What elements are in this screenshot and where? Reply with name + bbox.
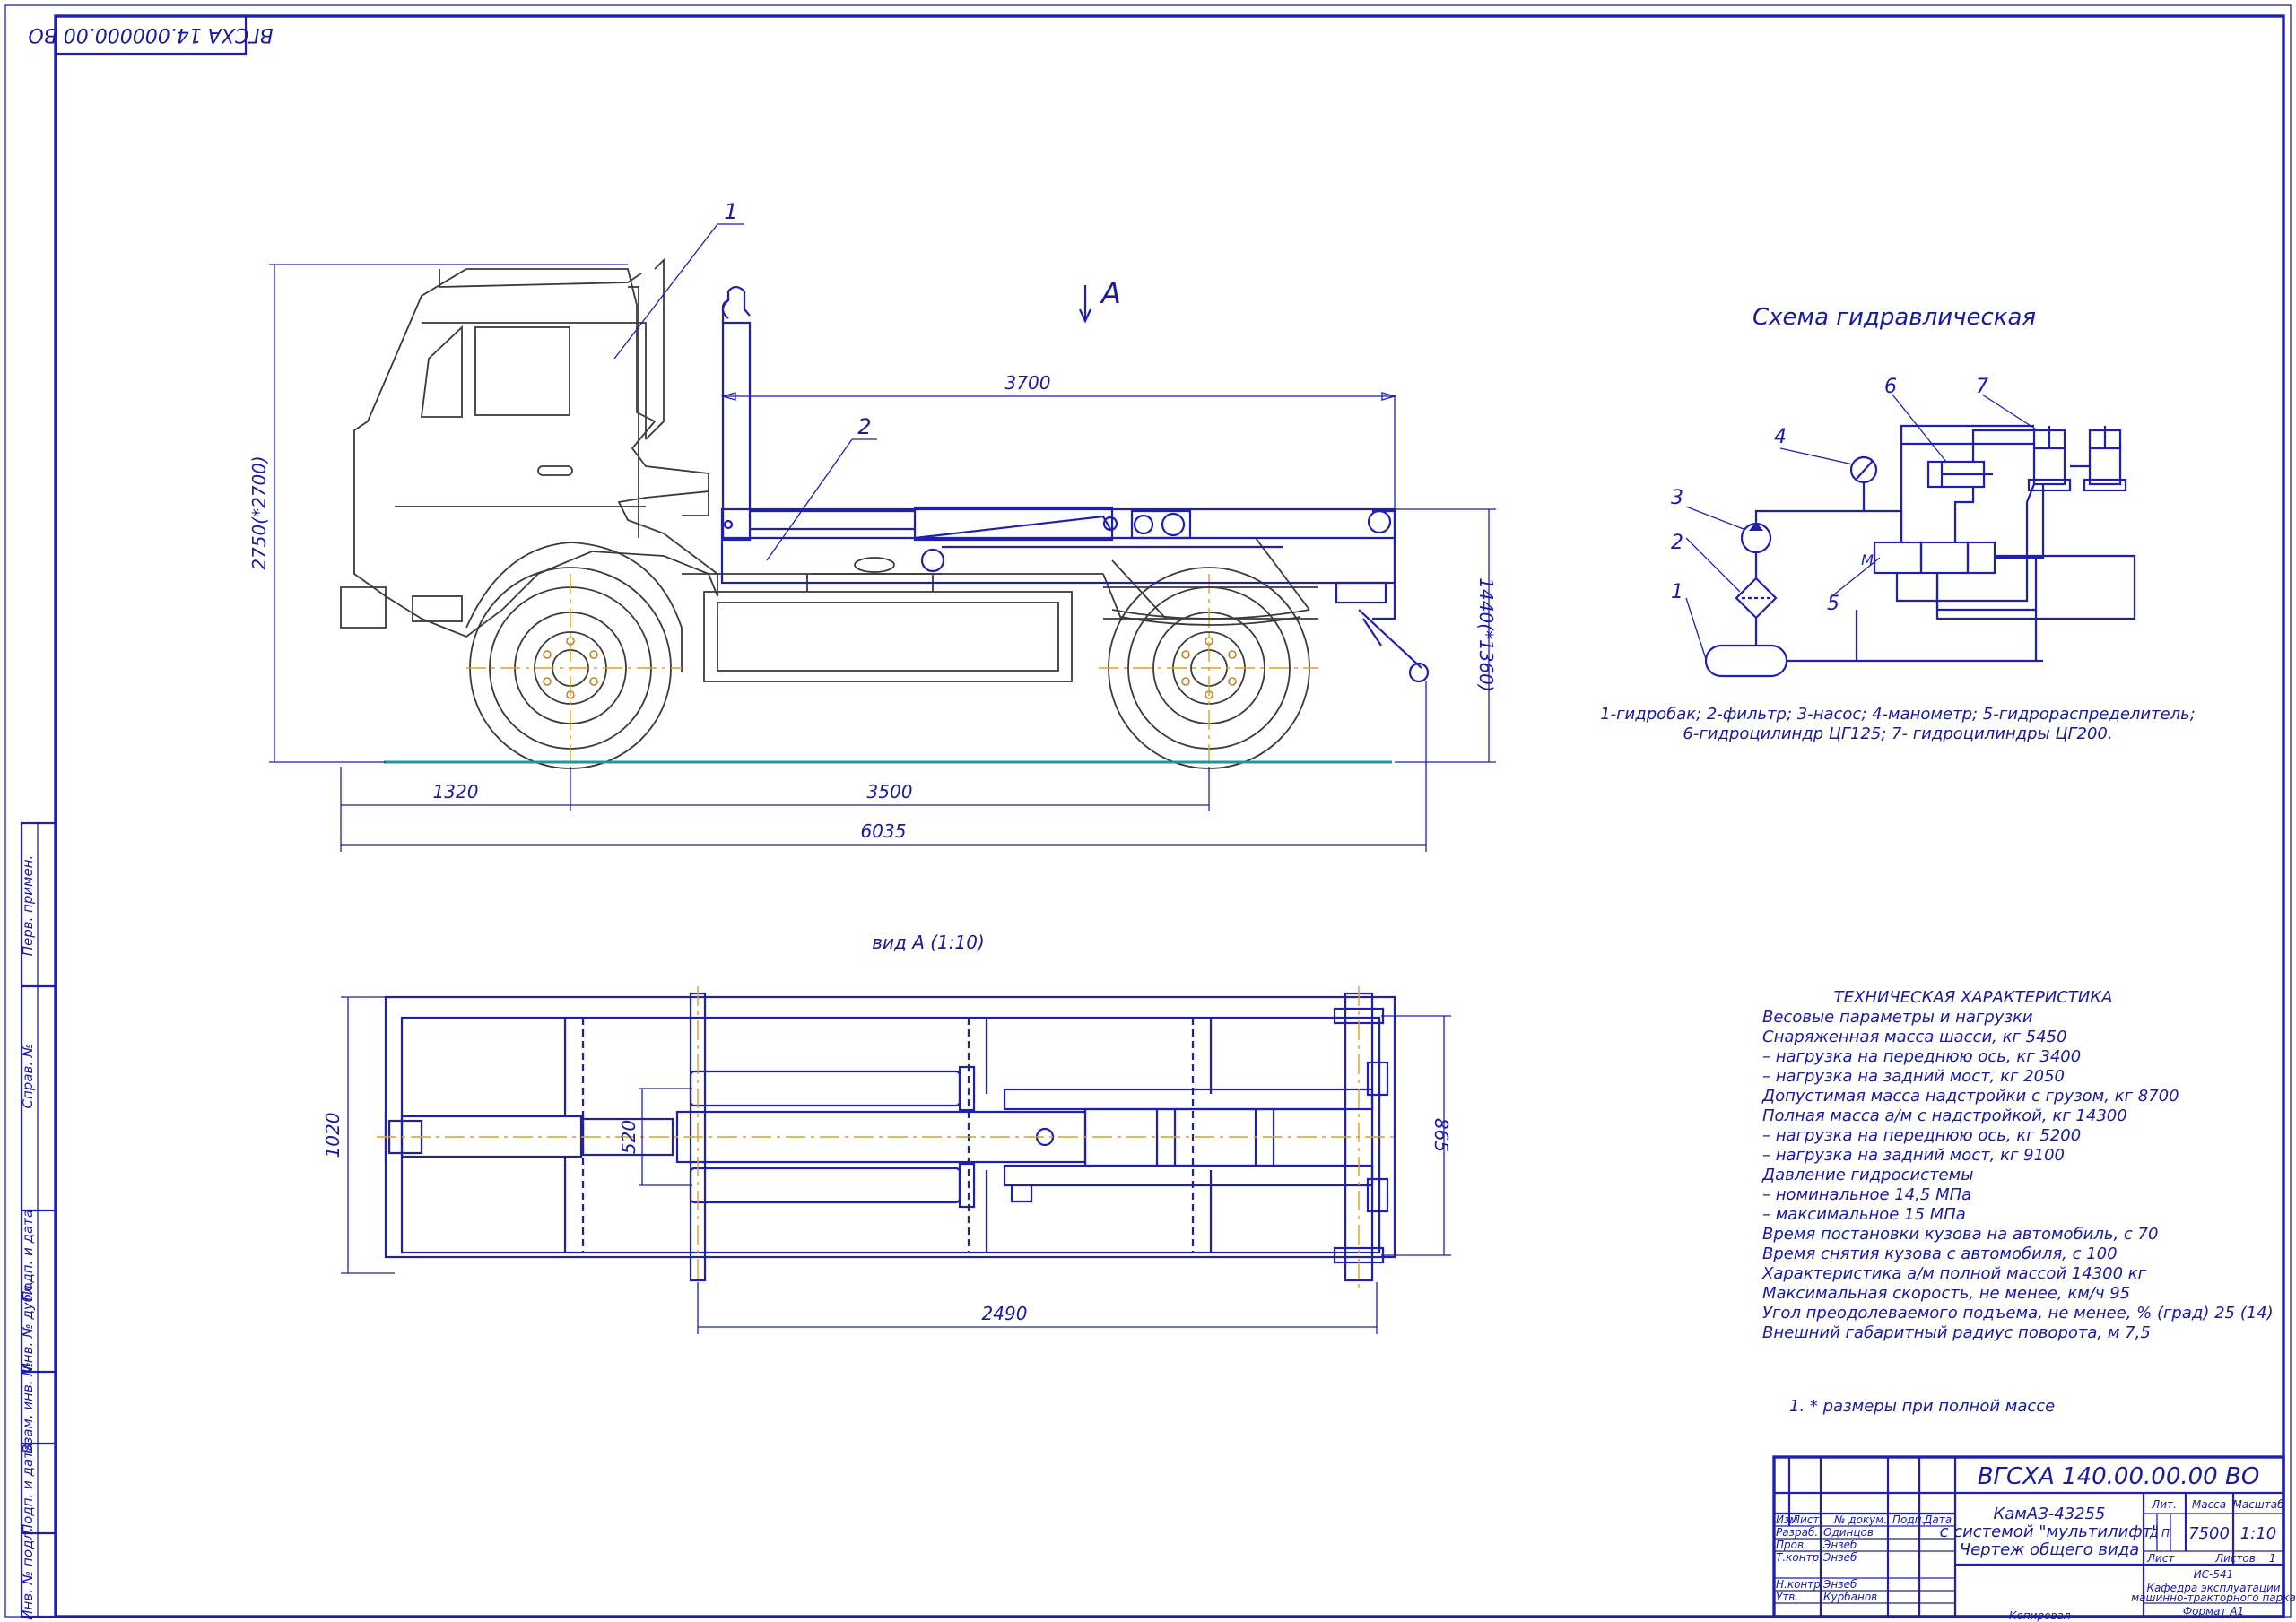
tech-line: – нагрузка на переднюю ось, кг 5200 — [1762, 1126, 2081, 1145]
hydraulic-distributor — [1873, 541, 1923, 575]
tech-line: Допустимая масса надстройки с грузом, кг… — [1761, 1087, 2179, 1106]
valve-letter: M — [1861, 551, 1874, 568]
dim-865: 865 — [1431, 1118, 1452, 1152]
hydraulic-label-5: 5 — [1827, 593, 1839, 615]
sheet-frame: ВГСХА 14.000000.00 ВО — [4, 4, 2292, 1618]
dim-3700: 3700 — [1005, 372, 1051, 394]
truck-side-view — [340, 257, 1430, 771]
row-prov: Пров. — [1776, 1539, 1807, 1551]
stamp-code: ВГСХА 14.000000.00 ВО — [28, 23, 273, 46]
row-razrab: Разраб. — [1776, 1526, 1818, 1539]
title-block: ВГСХА 140.00.00.00 ВО КамАЗ-43255 с сист… — [1772, 1455, 2296, 1622]
hydraulic-legend-1: 1-гидробак; 2-фильтр; 3-насос; 4-маномет… — [1600, 705, 2196, 724]
lit-val-2: П — [2161, 1527, 2170, 1540]
tech-line: Угол преодолеваемого подъема, не менее, … — [1762, 1304, 2274, 1323]
hydraulic-tank — [1704, 644, 1788, 678]
side-stamp-3: Инв. № дубл. — [20, 1281, 36, 1374]
row-tkontr: Т.контр. — [1776, 1551, 1822, 1564]
row-nkontr: Н.контр. — [1776, 1578, 1824, 1591]
side-box — [703, 557, 1073, 682]
front-wheel — [465, 542, 683, 769]
tech-line: Время постановки кузова на автомобиль, с… — [1762, 1225, 2158, 1244]
hydraulic-scheme: Схема гидравлическая M 1 2 3 4 5 6 7 1-г… — [1600, 304, 2196, 743]
dim-height-total: 2750(*2700) — [248, 455, 270, 569]
listov-label: Листов — [2214, 1552, 2256, 1565]
tech-line: Полная масса а/м с надстройкой, кг 14300 — [1762, 1106, 2127, 1125]
dept-2: машинно-тракторного парка — [2131, 1592, 2296, 1604]
hydraulic-legend-2: 6-гидроцилиндр ЦГ125; 7- гидроцилиндры Ц… — [1683, 724, 2112, 743]
group: ИС-541 — [2194, 1568, 2234, 1581]
dim-520: 520 — [618, 1120, 639, 1154]
side-stamp-6: Инв. № подл. — [20, 1527, 36, 1619]
tech-line: Время снятия кузова с автомобиля, с 100 — [1762, 1245, 2118, 1263]
row-prov-name: Энзеб — [1822, 1539, 1857, 1551]
tech-line: – максимальное 15 МПа — [1762, 1205, 1966, 1224]
row-razrab-name: Одинцов — [1823, 1526, 1874, 1539]
hdr-data: Дата — [1923, 1514, 1952, 1526]
tech-characteristics: ТЕХНИЧЕСКАЯ ХАРАКТЕРИСТИКА Весовые парам… — [1761, 988, 2274, 1342]
multilift-frame — [720, 285, 1430, 683]
hdr-list: Лист — [1791, 1514, 1820, 1526]
tech-line: Снаряженная масса шасси, кг 5450 — [1762, 1028, 2066, 1046]
tech-line: Весовые параметры и нагрузки — [1762, 1008, 2033, 1027]
dim-height-rear: 1440(*1360) — [1475, 577, 1497, 691]
hydraulic-label-2: 2 — [1671, 532, 1683, 554]
callout-2: 2 — [857, 414, 871, 439]
hdr-podp: Подп. — [1892, 1514, 1925, 1526]
hydraulic-label-1: 1 — [1671, 581, 1683, 603]
row-nkontr-name: Энзеб — [1822, 1578, 1857, 1591]
top-view-frame — [377, 986, 1399, 1291]
hydraulic-label-4: 4 — [1774, 426, 1787, 448]
doc-name-3: Чертеж общего вида — [1960, 1540, 2139, 1559]
tech-title: ТЕХНИЧЕСКАЯ ХАРАКТЕРИСТИКА — [1834, 988, 2113, 1007]
doc-code: ВГСХА 140.00.00.00 ВО — [1978, 1463, 2260, 1490]
tech-line: Максимальная скорость, не менее, км/ч 95 — [1762, 1284, 2130, 1303]
tech-line: Характеристика а/м полной массой 14300 к… — [1761, 1264, 2147, 1283]
lit-val-1: Д — [2149, 1527, 2158, 1540]
listov-val: 1 — [2269, 1552, 2276, 1565]
mass-val: 7500 — [2188, 1524, 2230, 1543]
scale-val: 1:10 — [2240, 1524, 2276, 1543]
tech-line: – нагрузка на переднюю ось, кг 3400 — [1762, 1047, 2081, 1066]
dim-1020: 1020 — [322, 1113, 344, 1158]
side-stamp-5: Подп. и дата — [20, 1443, 36, 1534]
side-stamp-1: Справ. № — [20, 1044, 36, 1109]
col-massa: Масса — [2192, 1498, 2226, 1511]
format: Формат А1 — [2183, 1605, 2244, 1618]
hydraulic-label-7: 7 — [1976, 376, 1988, 398]
drawing-sheet: ВГСХА 14.000000.00 ВО Перв. примен. Спра… — [4, 4, 2296, 1622]
view-a-caption: вид А (1:10) — [872, 932, 985, 953]
side-stamp-4: Взам. инв. № — [20, 1362, 36, 1453]
hydraulic-label-3: 3 — [1671, 487, 1683, 509]
note: 1. * размеры при полной массе — [1789, 1397, 2055, 1416]
row-utv-name: Курбанов — [1823, 1591, 1877, 1603]
dim-6035: 6035 — [861, 820, 907, 842]
callout-1: 1 — [724, 199, 737, 224]
doc-name-2: с системой "мультилифт" — [1940, 1522, 2160, 1541]
row-utv: Утв. — [1776, 1591, 1798, 1603]
row-tkontr-name: Энзеб — [1822, 1551, 1857, 1564]
dim-3500: 3500 — [867, 781, 913, 802]
col-masshtab: Масштаб — [2232, 1498, 2284, 1511]
side-stamp-0: Перв. примен. — [20, 855, 36, 957]
view-arrow-label: А — [1100, 276, 1121, 310]
tech-line: – номинальное 14,5 МПа — [1762, 1185, 1971, 1204]
kopiroval: Копировал — [2009, 1609, 2071, 1622]
dim-1320: 1320 — [433, 781, 479, 802]
tech-line: – нагрузка на задний мост, кг 9100 — [1762, 1146, 2065, 1165]
truck-cab — [340, 257, 718, 638]
hydraulic-label-6: 6 — [1884, 376, 1897, 398]
tech-line: – нагрузка на задний мост, кг 2050 — [1762, 1067, 2065, 1086]
col-lit: Лит. — [2151, 1498, 2177, 1511]
hdr-doc: № докум. — [1833, 1514, 1887, 1526]
list-label: Лист — [2146, 1552, 2175, 1565]
dim-2490: 2490 — [982, 1303, 1028, 1324]
tech-line: Давление гидросистемы — [1761, 1166, 1973, 1184]
tech-line: Внешний габаритный радиус поворота, м 7,… — [1762, 1323, 2151, 1342]
doc-name-1: КамАЗ-43255 — [1994, 1505, 2106, 1523]
hydraulic-title: Схема гидравлическая — [1752, 304, 2036, 331]
